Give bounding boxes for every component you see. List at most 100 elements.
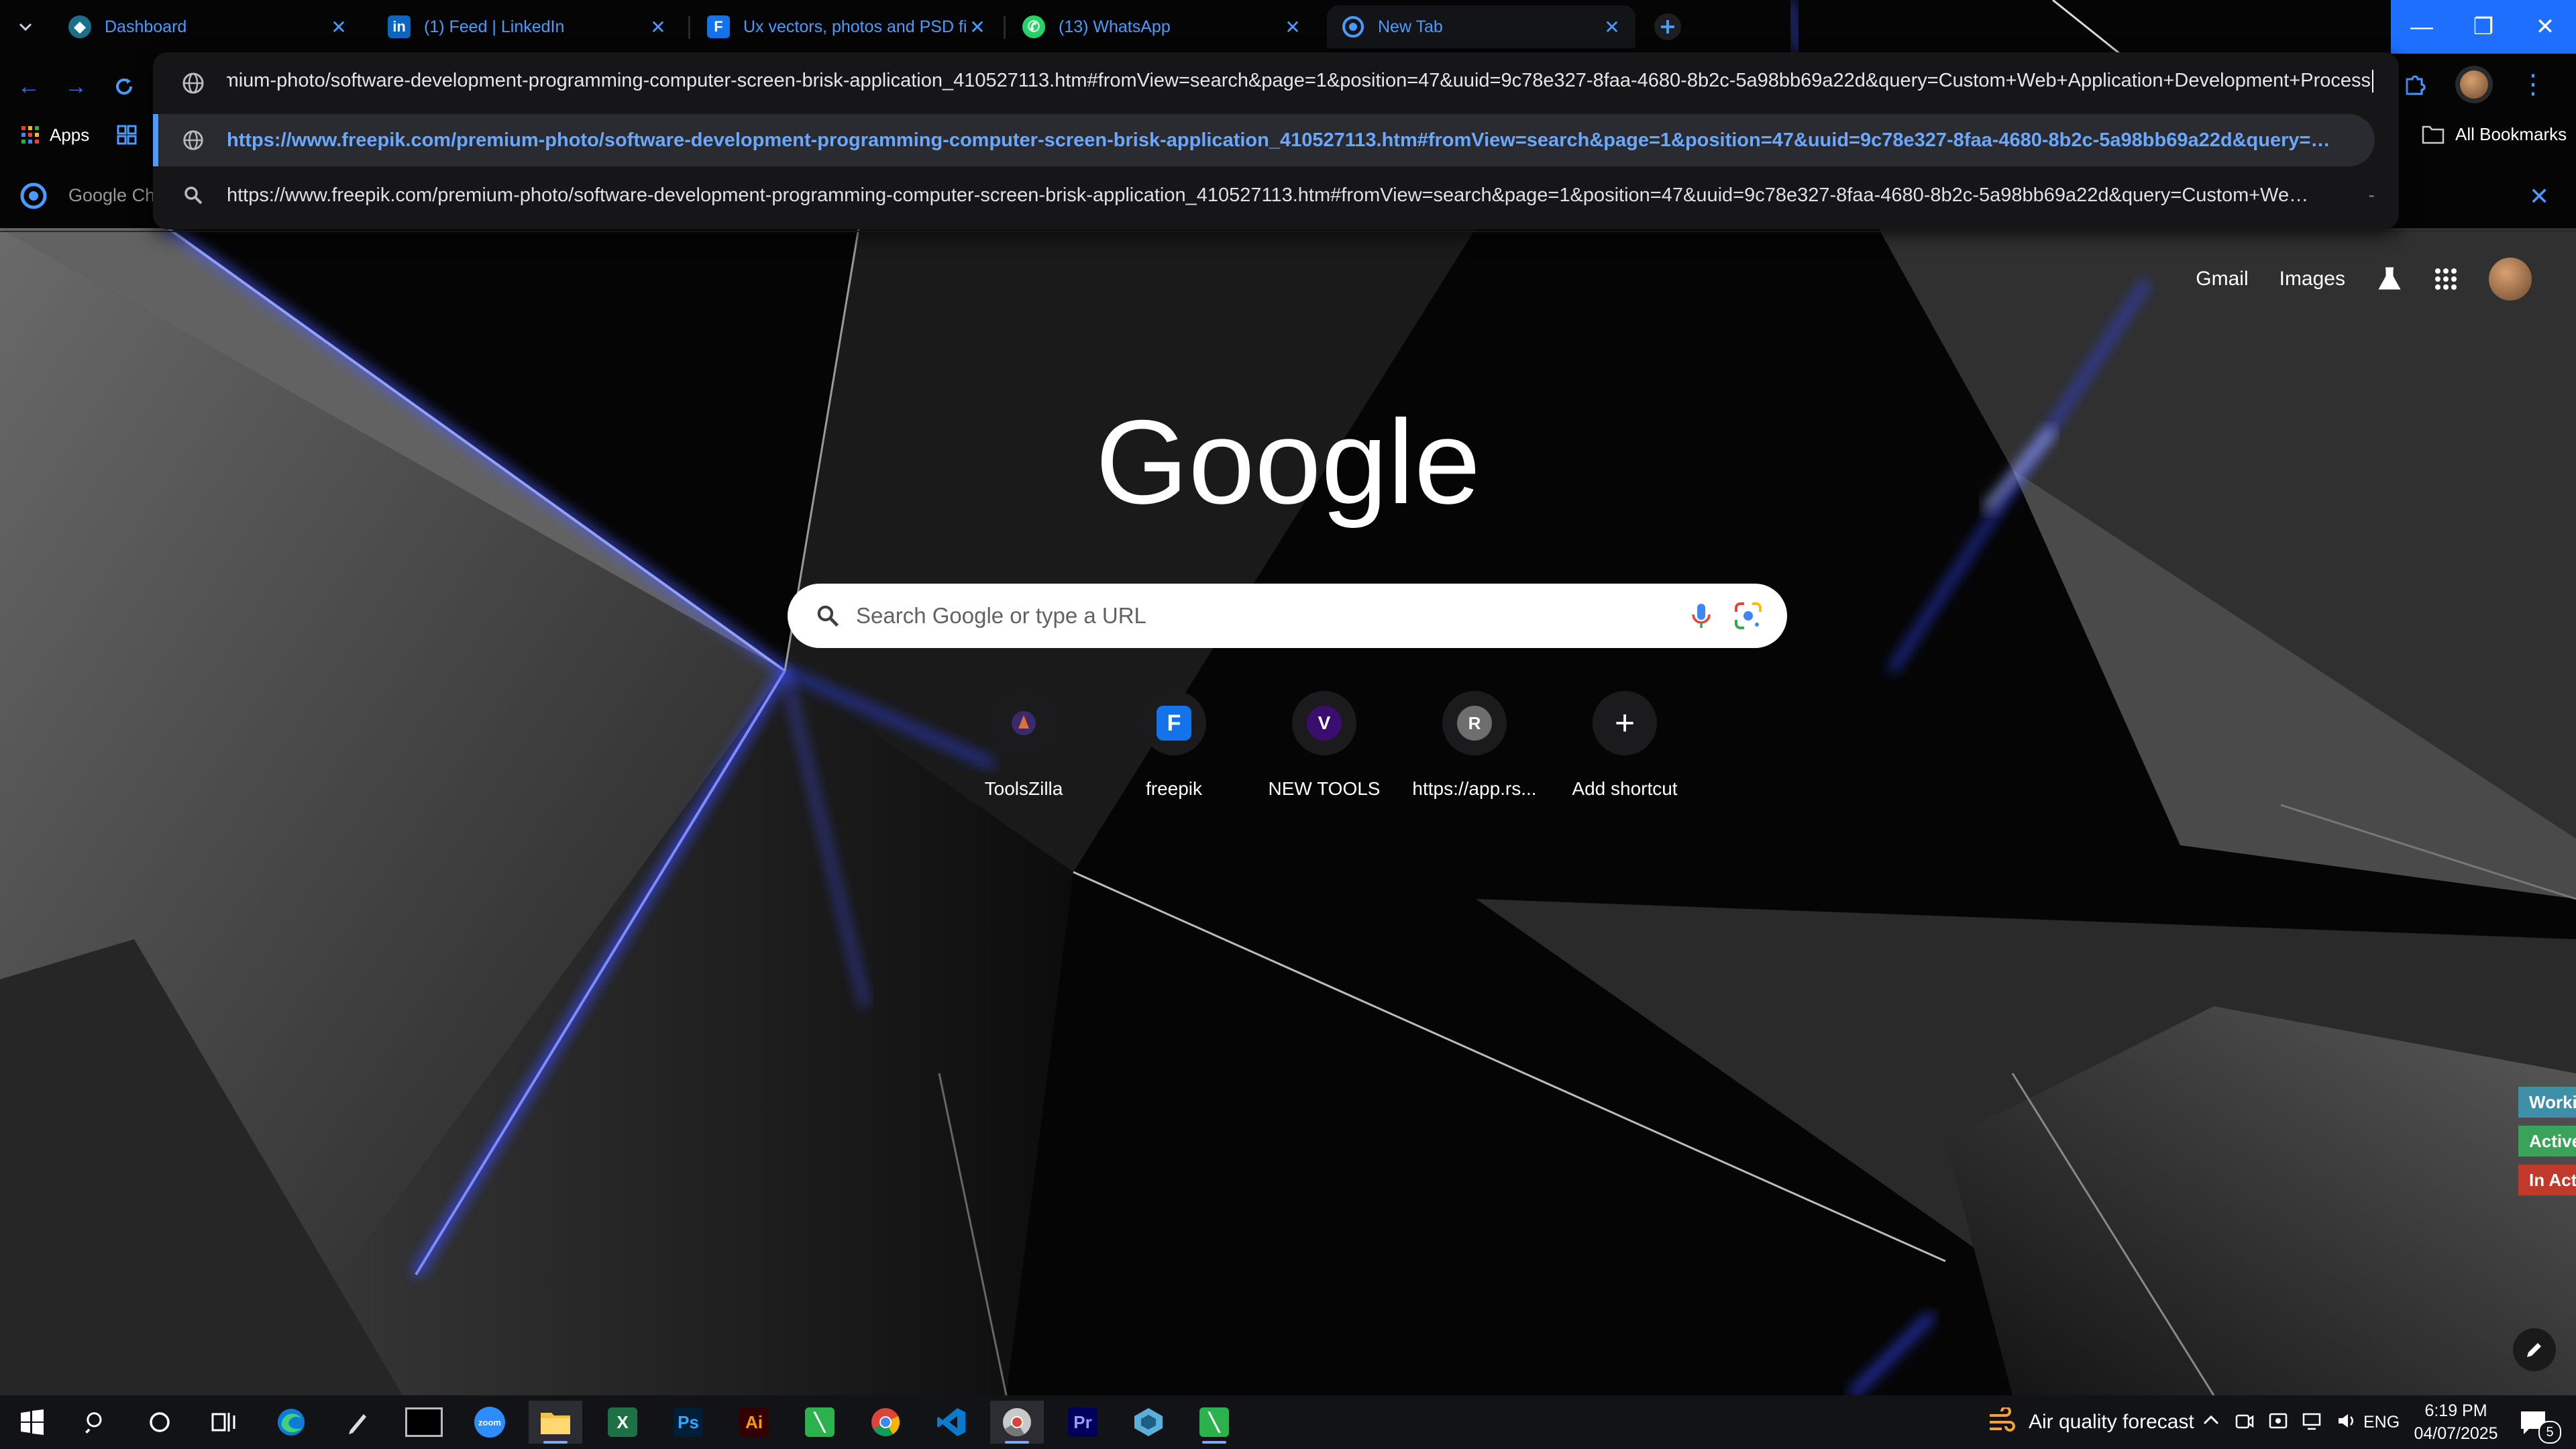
status-tag-active[interactable]: Active (2518, 1126, 2576, 1157)
edge-icon (278, 1409, 305, 1436)
taskbar-app-excel[interactable]: X (596, 1401, 649, 1444)
start-button[interactable] (5, 1401, 59, 1444)
extensions-icon[interactable] (2402, 71, 2428, 98)
whatsapp-favicon: ✆ (1022, 15, 1045, 38)
shortcut-label: https://app.rs... (1412, 778, 1537, 799)
tab-title: (13) WhatsApp (1059, 17, 1171, 36)
google-logo: Google (1100, 396, 1476, 529)
status-tag-inactive[interactable]: In Acti (2518, 1165, 2576, 1195)
freepik-icon: F (1157, 706, 1191, 741)
taskbar-search-button[interactable] (70, 1401, 123, 1444)
taskbar-app-blue[interactable] (1122, 1401, 1175, 1444)
cortana-button[interactable] (133, 1401, 186, 1444)
labs-flask-icon[interactable] (2376, 266, 2403, 292)
apps-label: Apps (50, 124, 90, 145)
minimize-button[interactable]: — (2391, 0, 2453, 54)
address-bar[interactable]: remium-photo/software-development-progra… (153, 52, 2399, 114)
profile-avatar[interactable] (2455, 66, 2493, 103)
system-tray-icons (2200, 1410, 2359, 1432)
taskbar-app-terminal[interactable] (397, 1401, 451, 1444)
taskbar-app-illustrator[interactable]: Ai (727, 1401, 781, 1444)
tab-separator (688, 16, 690, 39)
tab-freepik[interactable]: F Ux vectors, photos and PSD files ✕ (692, 5, 1001, 48)
status-tag-working[interactable]: Worki (2518, 1087, 2576, 1118)
google-search-box[interactable] (788, 584, 1787, 648)
tab-whatsapp[interactable]: ✆ (13) WhatsApp ✕ (1008, 5, 1316, 48)
info-bar-close-icon[interactable]: ✕ (2529, 182, 2549, 211)
taskbar-app-zoom[interactable]: zoom (463, 1401, 517, 1444)
task-view-button[interactable] (197, 1401, 251, 1444)
taskbar-app-green[interactable]: ╲ (793, 1401, 847, 1444)
google-account-avatar[interactable] (2489, 258, 2532, 301)
security-icon[interactable] (2267, 1410, 2289, 1432)
green-app-icon: ╲ (805, 1407, 835, 1437)
taskbar-app-chrome-dev[interactable] (990, 1401, 1044, 1444)
network-icon[interactable] (2301, 1410, 2324, 1432)
weather-widget[interactable]: Air quality forecast (1986, 1407, 2194, 1437)
taskbar-app-pen[interactable] (331, 1401, 385, 1444)
suggestion-suffix: - (2368, 184, 2375, 205)
tab-search-button[interactable] (9, 12, 42, 42)
plus-icon: + (1614, 704, 1635, 743)
bookmarks-apps[interactable]: Apps (20, 118, 138, 152)
chevron-up-icon[interactable] (2200, 1410, 2222, 1432)
menu-dots-icon[interactable]: ⋮ (2520, 71, 2546, 98)
vscode-icon (937, 1408, 965, 1436)
lens-search-icon[interactable] (1732, 600, 1764, 632)
taskbar-app-chrome[interactable] (859, 1401, 912, 1444)
tab-groups-icon[interactable] (116, 124, 138, 146)
customize-chrome-button[interactable] (2513, 1328, 2556, 1371)
taskbar-app-file-explorer[interactable] (529, 1401, 582, 1444)
restore-button[interactable]: ❐ (2453, 0, 2514, 54)
back-button[interactable]: ← (12, 70, 46, 103)
shortcut-freepik[interactable]: F freepik (1099, 691, 1249, 800)
volume-icon[interactable] (2336, 1410, 2359, 1432)
search-icon (85, 1412, 102, 1434)
shortcut-app-rs[interactable]: R https://app.rs... (1399, 691, 1550, 800)
window-controls: — ❐ ✕ (2391, 0, 2576, 54)
omnibox-suggestion-search[interactable]: https://www.freepik.com/premium-photo/so… (153, 169, 2399, 221)
tab-linkedin[interactable]: in (1) Feed | LinkedIn ✕ (373, 5, 682, 48)
taskbar-app-green-2[interactable]: ╲ (1187, 1401, 1241, 1444)
close-window-button[interactable]: ✕ (2514, 0, 2576, 54)
freepik-favicon: F (707, 15, 730, 38)
taskbar-app-photoshop[interactable]: Ps (661, 1401, 715, 1444)
shortcut-new-tools[interactable]: V NEW TOOLS (1249, 691, 1399, 800)
images-link[interactable]: Images (2279, 268, 2345, 290)
close-icon[interactable]: ✕ (1601, 15, 1623, 38)
toolszilla-icon (1012, 711, 1036, 735)
close-icon[interactable]: ✕ (327, 15, 350, 38)
voice-search-icon[interactable] (1685, 600, 1717, 632)
meet-icon[interactable] (2234, 1410, 2255, 1432)
reload-icon (116, 78, 132, 95)
taskbar-clock[interactable]: 6:19 PM 04/07/2025 (2412, 1399, 2500, 1445)
tab-dashboard[interactable]: ◆ Dashboard ✕ (54, 5, 362, 48)
shortcut-icon: R (1442, 691, 1507, 755)
reload-button[interactable] (107, 70, 141, 103)
all-bookmarks-label: All Bookmarks (2455, 123, 2567, 144)
tab-new-tab[interactable]: New Tab ✕ (1327, 5, 1635, 48)
dashboard-favicon: ◆ (68, 15, 91, 38)
address-bar-text[interactable]: remium-photo/software-development-progra… (227, 70, 2373, 93)
forward-button[interactable]: → (59, 70, 93, 103)
taskbar-app-premiere[interactable]: Pr (1056, 1401, 1110, 1444)
close-icon[interactable]: ✕ (966, 15, 989, 38)
windows-logo-icon (21, 1409, 44, 1435)
gmail-link[interactable]: Gmail (2196, 268, 2248, 290)
close-icon[interactable]: ✕ (1281, 15, 1304, 38)
close-icon[interactable]: ✕ (647, 15, 669, 38)
action-center-button[interactable]: 5 (2518, 1407, 2561, 1444)
all-bookmarks-button[interactable]: All Bookmarks (2422, 119, 2567, 149)
photoshop-icon: Ps (674, 1407, 703, 1437)
tab-title: Dashboard (105, 17, 187, 36)
taskbar-app-edge[interactable] (264, 1401, 318, 1444)
search-input[interactable] (855, 593, 1662, 639)
omnibox-suggestion-url[interactable]: https://www.freepik.com/premium-photo/so… (153, 114, 2375, 166)
language-indicator[interactable]: ENG (2363, 1413, 2400, 1432)
shortcut-add[interactable]: + Add shortcut (1550, 691, 1700, 800)
shortcut-toolszilla[interactable]: ToolsZilla (949, 691, 1099, 800)
text-caret (2372, 70, 2373, 93)
google-apps-icon[interactable] (2434, 267, 2458, 291)
taskbar-app-vscode[interactable] (924, 1401, 978, 1444)
new-tab-button[interactable] (1649, 9, 1686, 44)
